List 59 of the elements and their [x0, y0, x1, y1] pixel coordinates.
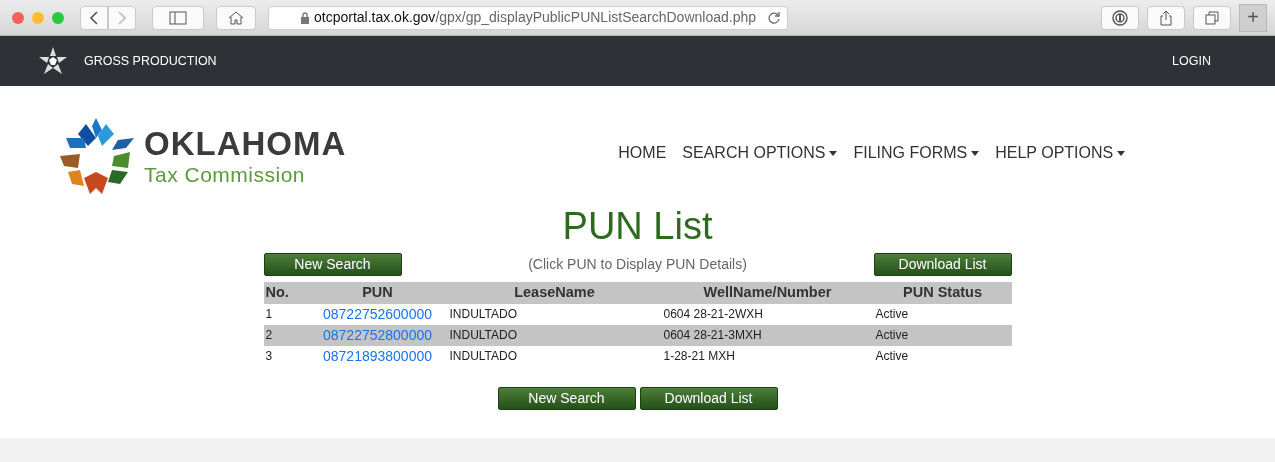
download-list-button[interactable]: Download List — [639, 386, 778, 410]
page-title: PUN List — [562, 205, 713, 247]
table-cell: INDULTADO — [447, 303, 662, 325]
table-cell: 1-28-21 MXH — [661, 345, 874, 367]
caret-icon — [1117, 151, 1126, 157]
reload-icon[interactable] — [767, 10, 781, 25]
minimize-icon[interactable] — [32, 11, 44, 24]
back-button[interactable] — [80, 5, 108, 30]
table-cell: Active — [873, 303, 1012, 325]
table-cell: 0604 28-21-2WXH — [661, 303, 874, 325]
column-header: No. — [263, 282, 308, 304]
star-logo-icon — [38, 46, 68, 76]
menu-link[interactable]: HOME — [618, 141, 667, 165]
lock-icon — [299, 11, 310, 24]
home-button[interactable] — [216, 5, 256, 30]
column-header: WellName/Number — [661, 282, 874, 304]
logo-name: OKLAHOMA — [144, 127, 347, 160]
forward-icon — [117, 10, 127, 25]
site-title: GROSS PRODUCTION — [84, 52, 217, 70]
share-icon — [1159, 9, 1173, 26]
table-cell: 1 — [263, 303, 308, 325]
column-header: PUN — [307, 282, 448, 304]
table-cell: 3 — [263, 345, 308, 367]
menu-link[interactable]: FILING FORMS — [853, 141, 980, 165]
menu-link[interactable]: SEARCH OPTIONS — [682, 141, 838, 165]
url-text: otcportal.tax.ok.gov/gpx/gp_displayPublicPUNListSearchDownload.php — [313, 8, 756, 27]
column-header: LeaseName — [447, 282, 662, 304]
menu-link[interactable]: HELP OPTIONS — [995, 141, 1126, 165]
caret-icon — [971, 151, 980, 157]
new-search-button[interactable]: New Search — [263, 253, 402, 276]
table-cell: 2 — [263, 324, 308, 346]
table-cell: Active — [873, 345, 1012, 367]
password-button[interactable] — [1101, 5, 1139, 30]
sidebar-icon — [169, 10, 187, 25]
login-link[interactable]: LOGIN — [1172, 51, 1211, 71]
instruction-text: (Click PUN to Display PUN Details) — [528, 255, 747, 274]
tabs-button[interactable] — [1193, 5, 1231, 30]
table-cell: Active — [873, 324, 1012, 346]
table-cell: INDULTADO — [447, 324, 662, 346]
sidebar-button[interactable] — [152, 5, 204, 30]
password-icon — [1112, 9, 1128, 26]
close-icon[interactable] — [12, 11, 24, 24]
maximize-icon[interactable] — [52, 11, 64, 24]
back-icon — [89, 10, 99, 25]
table-cell: 0604 28-21-3MXH — [661, 324, 874, 346]
home-icon — [228, 10, 244, 25]
table-cell: INDULTADO — [447, 345, 662, 367]
pun-link[interactable]: 08721893800000 — [323, 347, 432, 364]
logo-subtitle: Tax Commission — [144, 164, 307, 185]
pun-link[interactable]: 08722752600000 — [323, 305, 432, 322]
tabs-icon — [1205, 10, 1219, 25]
new-search-button[interactable]: New Search — [497, 386, 636, 410]
column-header: PUN Status — [873, 282, 1012, 304]
caret-icon — [829, 151, 838, 157]
download-list-button[interactable]: Download List — [873, 253, 1012, 276]
new-tab-button[interactable]: + — [1239, 3, 1267, 32]
forward-button[interactable] — [108, 5, 136, 30]
address-bar[interactable]: otcportal.tax.ok.gov/gpx/gp_displayPublicPUNListSearchDownload.php — [268, 5, 788, 30]
share-button[interactable] — [1147, 5, 1185, 30]
